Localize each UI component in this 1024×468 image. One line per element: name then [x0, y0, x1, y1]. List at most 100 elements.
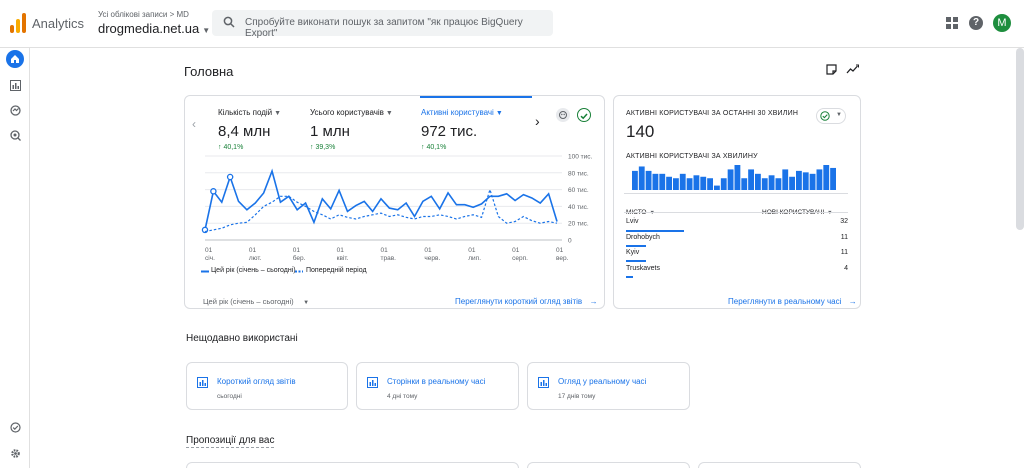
nav-advertising[interactable] [6, 126, 24, 144]
status-check-icon [820, 111, 830, 121]
minute-bar[interactable] [741, 178, 748, 190]
caret-down-icon[interactable]: ▼ [274, 110, 281, 117]
edit-note-icon[interactable] [826, 64, 837, 75]
metric-value: 972 тис. [421, 123, 478, 140]
y-tick-label: 60 тис. [568, 187, 589, 194]
bar-chart-icon [538, 377, 549, 388]
minute-bar[interactable] [748, 169, 754, 190]
nav-home[interactable] [6, 50, 24, 68]
nav-admin-checklist[interactable] [6, 418, 24, 436]
recent-card-reports-snapshot[interactable]: Короткий огляд звітів сьогодні [186, 362, 348, 410]
minute-bar[interactable] [823, 165, 830, 190]
data-point-marker[interactable] [226, 173, 234, 181]
user-count: 11 [840, 234, 848, 241]
avatar[interactable]: M [993, 14, 1011, 32]
minute-bar[interactable] [720, 178, 727, 190]
suggestion-card[interactable] [527, 462, 690, 468]
per-minute-label: АКТИВНІ КОРИСТУВАЧІ ЗА ХВИЛИНУ [626, 153, 758, 160]
date-range-selector[interactable]: Цей рік (січень – сьогодні) ▼ [203, 291, 309, 309]
arrow-right-icon: → [848, 297, 857, 306]
chevron-right-icon[interactable]: › [535, 113, 540, 129]
help-icon[interactable]: ? [969, 16, 983, 30]
metric-tab-events[interactable]: Кількість подій ▼ 8,4 млн ↑ 40,1% [218, 108, 281, 151]
minute-bar[interactable] [816, 169, 823, 190]
city-name: Lviv [626, 218, 639, 225]
realtime-value: 140 [626, 122, 655, 141]
x-tick-label: 01 [381, 247, 389, 254]
analytics-logo-icon[interactable] [10, 13, 26, 33]
suggestion-card[interactable] [186, 462, 519, 468]
view-reports-snapshot-link[interactable]: Переглянути короткий огляд звітів → [455, 291, 598, 309]
chevron-left-icon[interactable]: ‹ [192, 117, 196, 131]
minute-bar[interactable] [782, 169, 789, 190]
metric-tab-total-users[interactable]: Усього користувачів ▼ 1 млн ↑ 39,3% [310, 108, 393, 151]
minute-bar[interactable] [707, 178, 713, 190]
city-column-header[interactable]: МІСТО▼ [626, 201, 655, 219]
minute-bar[interactable] [638, 166, 645, 190]
legend-previous: Попередній період [306, 267, 367, 274]
account-breadcrumb[interactable]: Усі облікові записи > MD [98, 10, 189, 19]
x-tick-label: квіт. [337, 254, 349, 262]
search-bar[interactable]: Спробуйте виконати пошук за запитом "як … [212, 10, 553, 39]
realtime-status-selector[interactable]: ▼ [816, 108, 846, 124]
property-selector[interactable]: drogmedia.net.ua ▼ [98, 21, 210, 36]
suggestion-card[interactable] [698, 462, 861, 468]
overview-line-chart: 100 тис.80 тис.60 тис.40 тис.20 тис.001с… [201, 154, 593, 262]
minute-bar[interactable] [686, 178, 693, 190]
minute-bar[interactable] [679, 173, 686, 190]
city-share-bar [626, 260, 646, 262]
search-icon [223, 16, 235, 28]
recent-item-title: Огляд у реальному часі [558, 377, 647, 386]
minute-bar[interactable] [775, 178, 782, 190]
minute-bar[interactable] [652, 173, 659, 190]
minute-bar[interactable] [659, 173, 666, 190]
page-scrollbar[interactable] [1016, 48, 1024, 230]
recent-item-time: 17 днів тому [558, 393, 596, 400]
metric-tab-active-users[interactable]: Активні користувачі ▼ 972 тис. ↑ 40,1% [421, 108, 503, 151]
minute-bar[interactable] [809, 173, 816, 190]
property-name: drogmedia.net.ua [98, 21, 200, 36]
data-point-marker[interactable] [210, 188, 217, 195]
home-icon [11, 55, 19, 63]
minute-bar[interactable] [693, 175, 700, 190]
realtime-title: АКТИВНІ КОРИСТУВАЧІ ЗА ОСТАННІ 30 ХВИЛИН [626, 110, 799, 117]
minute-bar[interactable] [700, 176, 707, 190]
caret-down-icon[interactable]: ▼ [496, 110, 503, 117]
view-realtime-link[interactable]: Переглянути в реальному часі → [728, 291, 857, 309]
minute-bar[interactable] [632, 170, 638, 190]
city-name: Kyiv [626, 249, 640, 256]
minute-bar[interactable] [734, 165, 741, 190]
link-label: Переглянути короткий огляд звітів [455, 297, 583, 306]
insights-icon[interactable] [846, 64, 859, 75]
caret-down-icon[interactable]: ▼ [386, 110, 393, 117]
bar-chart-icon [197, 377, 208, 388]
nav-reports[interactable] [6, 76, 24, 94]
caret-down-icon: ▼ [827, 210, 833, 216]
minute-bar[interactable] [830, 167, 836, 190]
minute-bar[interactable] [645, 170, 652, 190]
minute-bar[interactable] [768, 175, 775, 190]
x-tick-label: вер. [556, 255, 569, 262]
minute-bar[interactable] [802, 172, 809, 190]
recent-card-realtime-pages[interactable]: Сторінки в реальному часі 4 дні тому [356, 362, 519, 410]
minute-bar[interactable] [666, 176, 672, 190]
nav-explore[interactable] [6, 101, 24, 119]
minute-bar[interactable] [714, 185, 720, 190]
minute-bar[interactable] [673, 178, 679, 190]
apps-grid-icon[interactable] [946, 17, 958, 29]
x-tick-label: 01 [205, 247, 213, 254]
minute-bar[interactable] [761, 178, 768, 190]
minute-bar[interactable] [755, 173, 761, 190]
chart-legend: Цей рік (січень – сьогодні) Попередній п… [200, 267, 600, 277]
insight-bot-icon[interactable] [556, 108, 570, 122]
users-column-header[interactable]: НОВІ КОРИСТУВАЧІ▼ [762, 201, 833, 219]
y-tick-label: 0 [568, 238, 572, 245]
minute-bar[interactable] [727, 169, 734, 190]
y-tick-label: 40 тис. [568, 204, 589, 211]
nav-admin[interactable] [6, 444, 24, 462]
status-check-icon[interactable] [577, 108, 591, 122]
minute-bar[interactable] [789, 176, 795, 190]
minute-bar[interactable] [796, 170, 802, 190]
recent-card-realtime-overview[interactable]: Огляд у реальному часі 17 днів тому [527, 362, 690, 410]
selected-tab-indicator [420, 96, 532, 98]
